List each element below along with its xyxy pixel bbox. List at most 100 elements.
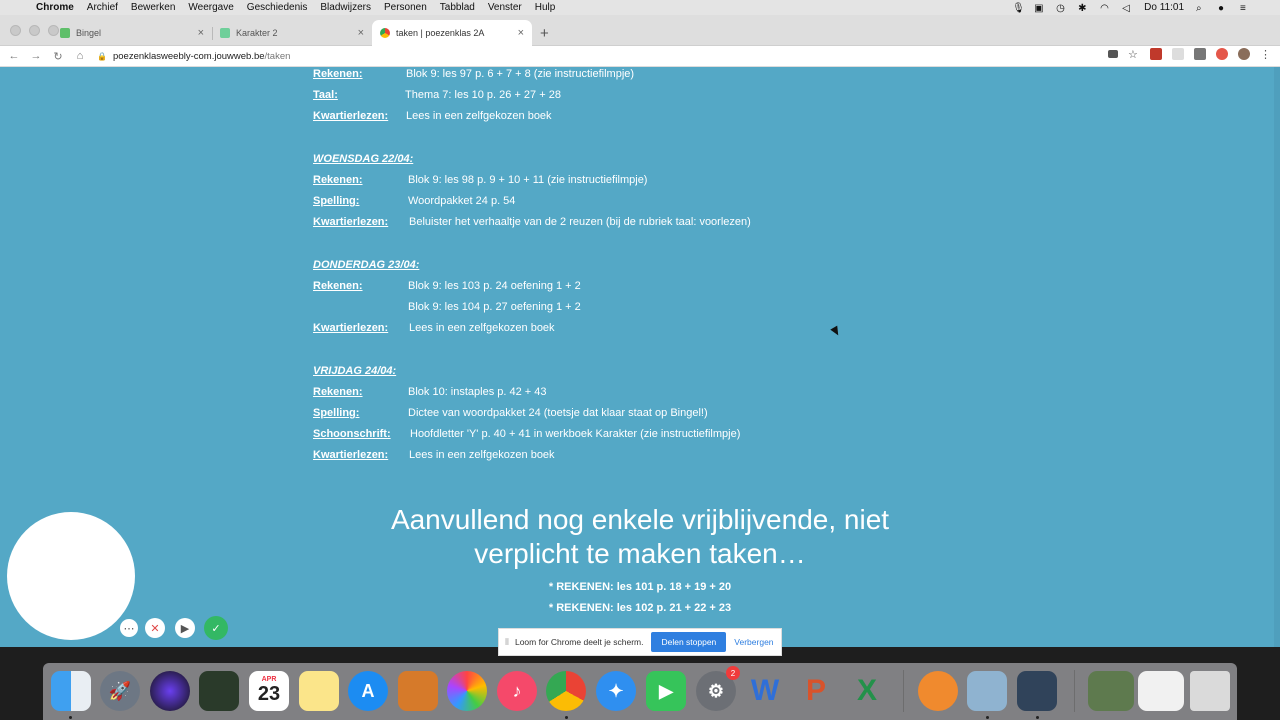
bingel-favicon-icon (60, 28, 70, 38)
menu-tabblad[interactable]: Tabblad (440, 2, 475, 13)
tab-bingel[interactable]: Bingel × (52, 20, 212, 46)
system-preferences-icon[interactable]: ⚙ 2 (696, 666, 740, 711)
task-description: Blok 10: instaples p. 42 + 43 (408, 386, 547, 398)
loom-finish-check-icon[interactable]: ✓ (204, 616, 228, 640)
reload-icon[interactable]: ↻ (47, 50, 69, 63)
camera-icon[interactable]: ▣ (1034, 3, 1044, 14)
tab-strip: Bingel × Karakter 2 × taken | poezenklas… (0, 15, 1280, 46)
menu-hulp[interactable]: Hulp (535, 2, 556, 13)
documents-stack-icon[interactable] (1138, 671, 1184, 711)
task-subject: Rekenen: (313, 280, 363, 292)
photos-icon[interactable] (447, 671, 487, 711)
task-description: Lees in een zelfgekozen boek (406, 110, 552, 122)
loom-sharing-bar: ⦀ Loom for Chrome deelt je scherm. Delen… (498, 628, 782, 656)
excel-icon[interactable]: X (847, 671, 887, 711)
minimize-window-button[interactable] (29, 25, 40, 36)
extension-c-icon[interactable] (1194, 48, 1206, 60)
menu-weergave[interactable]: Weergave (188, 2, 233, 13)
menu-app[interactable]: Chrome (36, 2, 74, 13)
running-indicator (565, 716, 568, 719)
tab-karakter[interactable]: Karakter 2 × (212, 20, 372, 46)
loom-more-icon[interactable]: ⋯ (120, 619, 138, 637)
menu-geschiedenis[interactable]: Geschiedenis (247, 2, 308, 13)
siri-dock-icon[interactable] (150, 671, 190, 711)
forward-arrow-icon[interactable]: → (25, 50, 47, 62)
task-description: Thema 7: les 10 p. 26 + 27 + 28 (405, 89, 561, 101)
menu-bladwijzers[interactable]: Bladwijzers (320, 2, 371, 13)
loom-extension-icon[interactable] (1216, 48, 1228, 60)
task-subject: Kwartierlezen: (313, 322, 389, 334)
launchpad-icon[interactable]: 🚀 (100, 671, 140, 711)
time-machine-icon[interactable]: ◷ (1056, 3, 1066, 14)
menu-kebab-icon[interactable]: ⋮ (1260, 48, 1272, 61)
bluetooth-icon[interactable]: ✱ (1078, 3, 1088, 14)
microphone-icon[interactable]: 🎙 (1012, 3, 1025, 14)
menubar: Chrome Archief Bewerken Weergave Geschie… (0, 0, 1280, 15)
back-arrow-icon[interactable]: ← (3, 50, 25, 62)
trash-icon[interactable] (1190, 671, 1230, 711)
stop-sharing-button[interactable]: Delen stoppen (651, 632, 727, 652)
calendar-day: 23 (257, 683, 281, 705)
screen-recording-icon[interactable] (1017, 671, 1057, 711)
close-window-button[interactable] (10, 25, 21, 36)
chrome-dock-icon[interactable] (546, 671, 586, 711)
loom-cancel-icon[interactable]: ✕ (145, 618, 165, 638)
page-scrollbar[interactable] (1274, 67, 1280, 647)
clock[interactable]: Do 11:01 (1144, 2, 1184, 13)
notes-icon[interactable] (299, 671, 339, 711)
word-icon[interactable]: W (745, 671, 785, 711)
loom-pause-icon[interactable]: ▶ (175, 618, 195, 638)
task-description: Lees in een zelfgekozen boek (409, 322, 555, 334)
photo-booth-icon[interactable] (199, 671, 239, 711)
tab-taken[interactable]: taken | poezenklas 2A × (372, 20, 532, 46)
notification-badge: 2 (726, 666, 740, 680)
menu-bewerken[interactable]: Bewerken (131, 2, 175, 13)
new-tab-button[interactable]: + (540, 25, 549, 42)
running-indicator (69, 716, 72, 719)
downloads-stack-icon[interactable] (1088, 671, 1134, 711)
notification-center-icon[interactable]: ≡ (1240, 3, 1250, 14)
status-area: 🎙 ▣ ◷ ✱ ◠ ◁ Do 11:01 ⌕ ● ≡ (1012, 0, 1250, 15)
siri-icon[interactable]: ● (1218, 3, 1228, 14)
url-host: poezenklasweebly-com.jouwweb.be (112, 50, 265, 62)
menu-archief[interactable]: Archief (87, 2, 118, 13)
app-store-icon[interactable]: A (348, 671, 388, 711)
drag-handle-icon[interactable]: ⦀ (505, 637, 509, 648)
music-icon[interactable]: ♪ (497, 671, 537, 711)
profile-avatar[interactable] (1238, 48, 1250, 60)
spotlight-icon[interactable]: ⌕ (1196, 3, 1206, 14)
running-indicator (1036, 716, 1039, 719)
running-indicator (986, 716, 989, 719)
calendar-icon[interactable]: APR 23 (249, 671, 289, 711)
close-tab-icon[interactable]: × (518, 27, 524, 39)
loom-sharing-message: Loom for Chrome deelt je scherm. (514, 637, 644, 647)
home-icon[interactable]: ⌂ (69, 50, 91, 62)
calculator-icon[interactable] (398, 671, 438, 711)
camera-indicator-icon[interactable] (1108, 50, 1118, 58)
preview-icon[interactable] (967, 671, 1007, 711)
bookmark-star-icon[interactable]: ☆ (1128, 48, 1140, 61)
task-description: Hoofdletter 'Y' p. 40 + 41 in werkboek K… (410, 428, 741, 440)
day-heading-friday: VRIJDAG 24/04: (313, 365, 397, 377)
loom-dock-icon[interactable] (918, 671, 958, 711)
powerpoint-icon[interactable]: P (796, 671, 836, 711)
volume-icon[interactable]: ◁ (1122, 3, 1132, 14)
facetime-icon[interactable]: ▶ (646, 671, 686, 711)
close-tab-icon[interactable]: × (358, 27, 364, 39)
optional-task-item: * REKENEN: les 102 p. 21 + 22 + 23 (548, 602, 732, 614)
loom-camera-bubble[interactable] (7, 512, 135, 640)
close-tab-icon[interactable]: × (198, 27, 204, 39)
wifi-icon[interactable]: ◠ (1100, 3, 1110, 14)
day-heading-wednesday: WOENSDAG 22/04: (313, 153, 414, 165)
finder-icon[interactable] (51, 671, 91, 711)
address-bar[interactable]: 🔒 poezenklasweebly-com.jouwweb.be /taken (97, 51, 290, 62)
menu-personen[interactable]: Personen (384, 2, 427, 13)
extension-shield-icon[interactable] (1150, 48, 1162, 60)
menu-venster[interactable]: Venster (488, 2, 522, 13)
extension-icon[interactable] (1172, 48, 1184, 60)
dock-separator (1074, 670, 1075, 712)
hide-bar-button[interactable]: Verbergen (734, 637, 773, 647)
task-subject: Spelling: (313, 195, 360, 207)
safari-icon[interactable]: ✦ (596, 671, 636, 711)
task-description: Dictee van woordpakket 24 (toetsje dat k… (408, 407, 708, 419)
